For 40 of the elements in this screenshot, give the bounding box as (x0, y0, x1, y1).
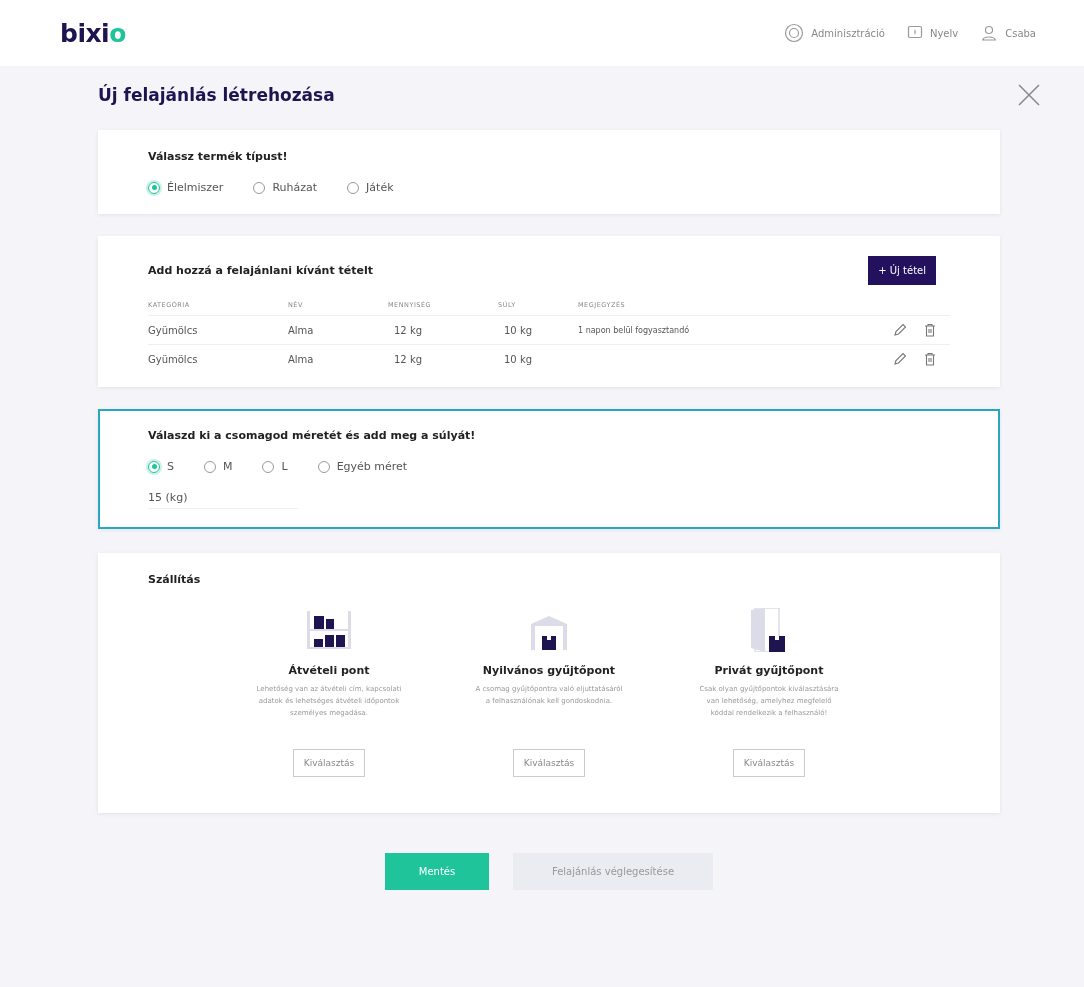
table-cell: Alma (288, 353, 314, 365)
settings-icon (784, 23, 805, 43)
nav-link[interactable]: Adminisztráció (784, 23, 885, 43)
select-button[interactable]: Kiválasztás (512, 749, 586, 777)
dialog-title: Új felajánlás létrehozása (98, 85, 335, 105)
radio-option[interactable]: Élelmiszer (148, 181, 224, 194)
option-title: Privát gyűjtőpont (714, 664, 824, 677)
trash-icon[interactable] (924, 352, 936, 366)
close-icon[interactable] (1018, 84, 1040, 106)
pencil-icon[interactable] (892, 352, 907, 366)
option-title: Nyilvános gyűjtőpont (482, 664, 616, 677)
table-cell: Alma (288, 324, 314, 336)
section-title: Válassz termék típust! (148, 150, 289, 163)
table-cell: Gyümölcs (148, 324, 198, 336)
logo: bixio (60, 18, 126, 48)
table-cell: 12 kg (394, 353, 423, 365)
nav-link[interactable]: Csaba (980, 23, 1036, 43)
select-button[interactable]: Kiválasztás (292, 749, 366, 777)
pencil-icon[interactable] (892, 323, 907, 337)
table-cell: Gyümölcs (148, 353, 198, 365)
radio-option[interactable]: Játék (347, 181, 394, 194)
option-title: Átvételi pont (288, 664, 370, 677)
chat-icon (906, 25, 923, 41)
shelf-boxes-icon (306, 608, 352, 652)
radio-option[interactable]: M (204, 460, 233, 473)
radio-option[interactable]: Ruházat (253, 181, 318, 194)
section-title: Szállítás (148, 573, 202, 586)
radio-option[interactable]: S (148, 460, 174, 473)
trash-icon[interactable] (924, 323, 936, 337)
table-cell: 1 napon belül fogyasztandó (578, 325, 690, 335)
nav-link[interactable]: Nyelv (906, 23, 959, 43)
select-button[interactable]: Kiválasztás (732, 749, 806, 777)
table-cell: 10 kg (504, 353, 533, 365)
section-title: Add hozzá a felajánlani kívánt tételt (148, 264, 373, 277)
table-cell: 10 kg (504, 324, 533, 336)
radio-option[interactable]: Egyéb méret (317, 460, 408, 473)
user-icon (980, 24, 999, 42)
section-title: Válaszd ki a csomagod méretét és add meg a súlyát! (148, 429, 477, 442)
new-item-button[interactable]: + Új tétel (868, 256, 936, 285)
table-cell: 12 kg (394, 324, 423, 336)
